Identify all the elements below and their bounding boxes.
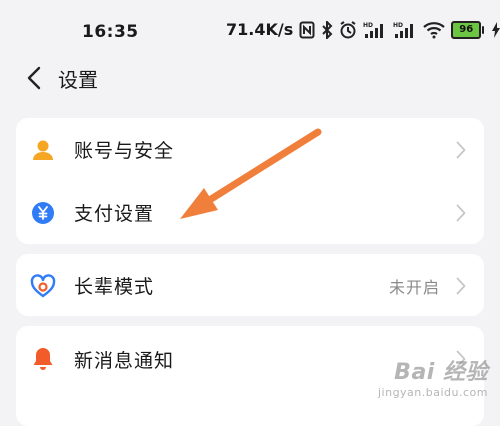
user-icon (30, 137, 56, 163)
page-title: 设置 (58, 68, 98, 92)
svg-text:HD: HD (363, 22, 373, 29)
back-button[interactable] (14, 58, 54, 98)
settings-item-label: 长辈模式 (74, 276, 155, 298)
settings-item-account-security[interactable]: 账号与安全 (16, 118, 484, 181)
nfc-icon (299, 21, 315, 39)
nav-bar: 设置 (0, 56, 500, 100)
svg-text:HD: HD (393, 22, 403, 29)
settings-item-elder-mode[interactable]: 长辈模式 未开启 (16, 254, 484, 316)
settings-item-value: 未开启 (388, 277, 440, 297)
yuan-icon (30, 200, 56, 226)
chevron-right-icon (454, 275, 468, 297)
wifi-icon (423, 21, 445, 39)
hd-signal-icon: HD (363, 21, 387, 39)
settings-item-label: 账号与安全 (74, 140, 175, 162)
battery-icon: 96 (451, 20, 485, 39)
chevron-right-icon (454, 202, 468, 224)
watermark-logo: Bai 经验 (394, 360, 488, 385)
bluetooth-icon (321, 20, 333, 39)
heart-hands-icon (30, 273, 56, 299)
status-time: 16:35 (82, 22, 139, 42)
watermark: Bai 经验 jingyan.baidu.com (378, 354, 488, 399)
alarm-icon (339, 20, 357, 39)
chevron-left-icon (27, 66, 41, 90)
settings-group-elder: 长辈模式 未开启 (16, 254, 484, 316)
settings-item-label: 新消息通知 (74, 349, 175, 372)
status-bar: 16:35 71.4K/s HD HD 96 (0, 0, 500, 64)
settings-group-account: 账号与安全 支付设置 (16, 118, 484, 244)
status-icons: 71.4K/s HD HD 96 (226, 20, 500, 39)
settings-item-label: 支付设置 (74, 203, 155, 225)
settings-item-payment[interactable]: 支付设置 (16, 181, 484, 244)
watermark-url: jingyan.baidu.com (377, 386, 488, 399)
bell-icon (30, 346, 56, 372)
hd-signal-icon: HD (393, 21, 417, 39)
chevron-right-icon (454, 139, 468, 161)
network-speed: 71.4K/s (226, 20, 294, 39)
charging-icon (491, 21, 500, 38)
